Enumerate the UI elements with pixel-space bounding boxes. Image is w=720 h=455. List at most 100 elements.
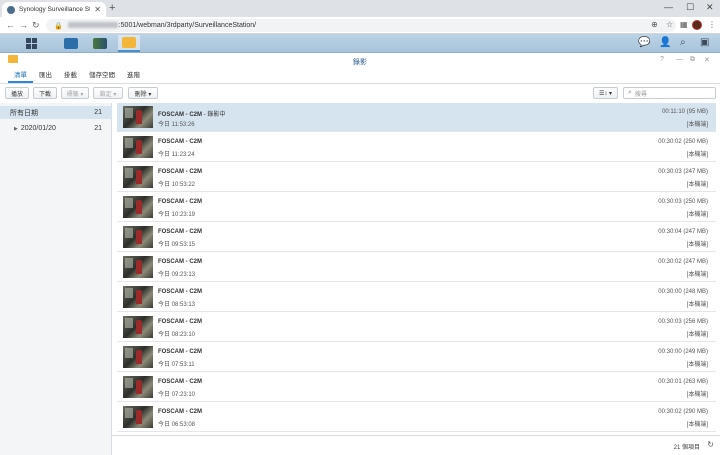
window-title: 錄影 [353, 59, 367, 66]
recording-thumbnail [123, 376, 153, 398]
recording-location: [本機端] [686, 392, 708, 398]
recording-start-time: 今日 10:23:19 [158, 212, 196, 218]
back-icon[interactable]: ← [6, 20, 15, 30]
tab-storage[interactable]: 儲存空間 [83, 70, 121, 83]
timeline-app-icon [93, 38, 107, 49]
recording-duration-size: 00:30:04 (247 MB) [658, 229, 708, 235]
recording-start-time: 今日 08:53:13 [158, 302, 196, 308]
recording-start-time: 今日 07:23:10 [158, 392, 196, 398]
zoom-icon[interactable]: ⊕ [651, 20, 658, 30]
recording-thumbnail [123, 196, 153, 218]
tab-export[interactable]: 匯出 [33, 70, 58, 83]
recording-thumbnail [123, 136, 153, 158]
recording-row[interactable]: FOSCAM - C2M - 錄影中今日 11:53:26 00:11:10 (9… [117, 103, 716, 132]
recording-duration-size: 00:30:03 (247 MB) [658, 169, 708, 175]
download-button[interactable]: 下載 [33, 87, 57, 99]
redacted-host [67, 22, 118, 29]
recording-thumbnail [123, 406, 153, 428]
notification-chat-icon[interactable]: 💬 [638, 37, 650, 49]
recording-location: [本機端] [686, 212, 708, 218]
recording-row[interactable]: FOSCAM - C2M 今日 10:23:19 00:30:03 (250 MB)… [117, 193, 716, 222]
search-field-icon: ⌕ [628, 89, 632, 96]
expand-caret-icon[interactable]: ▶ [14, 126, 18, 132]
camera-name: FOSCAM - C2M [158, 409, 202, 415]
extension-icon[interactable]: ▦ [680, 20, 688, 30]
recording-app-button[interactable] [118, 35, 140, 52]
recording-row[interactable]: FOSCAM - C2M 今日 09:53:15 00:30:04 (247 MB)… [117, 223, 716, 252]
sort-button[interactable]: ☰↕ ▾ [593, 87, 618, 99]
search-input[interactable]: ⌕ 搜尋 [623, 87, 716, 99]
recording-row[interactable]: FOSCAM - C2M 今日 09:23:13 00:30:02 (247 MB)… [117, 253, 716, 282]
tab-advanced[interactable]: 進階 [121, 70, 146, 83]
filter-date-item[interactable]: ▶ 2020/01/20 21 [0, 122, 112, 135]
camera-name: FOSCAM - C2M [158, 229, 202, 235]
date-filter-pane: 所有日期 21 ▶ 2020/01/20 21 [0, 103, 112, 455]
forward-icon[interactable]: → [19, 20, 28, 30]
delete-button[interactable]: 刪除 ▾ [128, 87, 158, 99]
tag-button[interactable]: 標籤 ▾ [61, 87, 89, 99]
window-title-bar: 錄影 ? — ⧉ ✕ [0, 53, 720, 67]
filter-all-dates[interactable]: 所有日期 21 [0, 106, 112, 119]
recording-duration-size: 00:30:02 (247 MB) [658, 259, 708, 265]
browser-tab[interactable]: Synology Surveillance Statio ✕ [2, 2, 106, 17]
recording-duration-size: 00:30:01 (263 MB) [658, 379, 708, 385]
maximize-window-icon[interactable]: ☐ [686, 2, 694, 12]
minimize-window-icon[interactable]: — [664, 2, 673, 12]
browser-tab-title: Synology Surveillance Statio [19, 6, 90, 13]
recording-duration-size: 00:30:00 (249 MB) [658, 349, 708, 355]
refresh-icon[interactable]: ↻ [707, 440, 714, 449]
item-count: 21 個項目 [673, 445, 700, 451]
recording-row[interactable]: FOSCAM - C2M 今日 06:53:08 00:30:02 (290 MB)… [117, 403, 716, 432]
profile-avatar[interactable] [692, 20, 702, 30]
recording-thumbnail [123, 346, 153, 368]
main-menu-button[interactable] [20, 35, 42, 52]
recording-camera-name: FOSCAM - C2M [158, 289, 202, 295]
user-icon[interactable]: 👤 [659, 37, 671, 49]
surveillance-app-button[interactable] [60, 35, 82, 52]
camera-name: FOSCAM - C2M [158, 349, 202, 355]
lock-button[interactable]: 鎖定 ▾ [93, 87, 123, 99]
camera-name: FOSCAM - C2M [158, 319, 202, 325]
recording-row[interactable]: FOSCAM - C2M 今日 10:53:22 00:30:03 (247 MB)… [117, 163, 716, 192]
recording-row[interactable]: FOSCAM - C2M 今日 08:23:10 00:30:03 (256 MB)… [117, 313, 716, 342]
recording-camera-name: FOSCAM - C2M [158, 229, 202, 235]
widgets-icon[interactable]: ▣ [700, 37, 709, 49]
recording-location: [本機端] [686, 332, 708, 338]
recording-duration-size: 00:11:10 (95 MB) [662, 109, 708, 115]
main-menu-icon [25, 38, 37, 49]
tab-list[interactable]: 清單 [8, 70, 33, 83]
recording-row[interactable]: FOSCAM - C2M 今日 07:53:11 00:30:00 (249 MB)… [117, 343, 716, 372]
recording-duration-size: 00:30:00 (248 MB) [658, 289, 708, 295]
recording-camera-name: FOSCAM - C2M [158, 319, 202, 325]
url-field[interactable]: 🔒 :5001/webman/3rdparty/SurveillanceStat… [46, 19, 676, 32]
timeline-app-button[interactable] [89, 35, 111, 52]
recording-status: - 錄影中 [202, 112, 226, 118]
recording-row[interactable]: FOSCAM - C2M 今日 07:23:10 00:30:01 (263 MB)… [117, 373, 716, 402]
new-tab-icon[interactable]: + [109, 3, 115, 14]
close-tab-icon[interactable]: ✕ [94, 5, 101, 14]
camera-name: FOSCAM - C2M [158, 139, 202, 145]
tab-divider [0, 83, 720, 84]
window-minimize-icon[interactable]: — [676, 56, 683, 63]
recording-row[interactable]: FOSCAM - C2M 今日 11:23:24 00:30:02 (250 MB)… [117, 133, 716, 162]
camera-name: FOSCAM - C2M [158, 112, 202, 118]
recording-start-time: 今日 11:23:24 [158, 152, 195, 158]
window-close-icon[interactable]: ✕ [704, 56, 710, 64]
play-button[interactable]: 播放 [5, 87, 29, 99]
browser-menu-icon[interactable]: ⋮ [708, 20, 716, 30]
surveillance-app-icon [64, 38, 78, 49]
camera-name: FOSCAM - C2M [158, 169, 202, 175]
bookmark-star-icon[interactable]: ☆ [666, 20, 673, 30]
reload-icon[interactable]: ↻ [32, 20, 40, 30]
window-restore-icon[interactable]: ⧉ [690, 56, 695, 64]
recording-start-time: 今日 09:53:15 [158, 242, 196, 248]
recording-location: [本機端] [686, 242, 708, 248]
recording-window: 錄影 ? — ⧉ ✕ 清單 匯出 掛載 儲存空間 進階 播放 下載 標籤 ▾ 鎖… [0, 53, 720, 455]
help-icon[interactable]: ? [660, 56, 664, 63]
search-icon[interactable]: ⌕ [680, 37, 686, 49]
close-window-icon[interactable]: ✕ [706, 2, 714, 12]
tab-mount[interactable]: 掛載 [58, 70, 83, 83]
recording-row[interactable]: FOSCAM - C2M 今日 08:53:13 00:30:00 (248 MB)… [117, 283, 716, 312]
recording-start-time: 今日 11:53:26 [158, 122, 195, 128]
browser-tab-bar: Synology Surveillance Statio ✕ + — ☐ ✕ [0, 0, 720, 17]
